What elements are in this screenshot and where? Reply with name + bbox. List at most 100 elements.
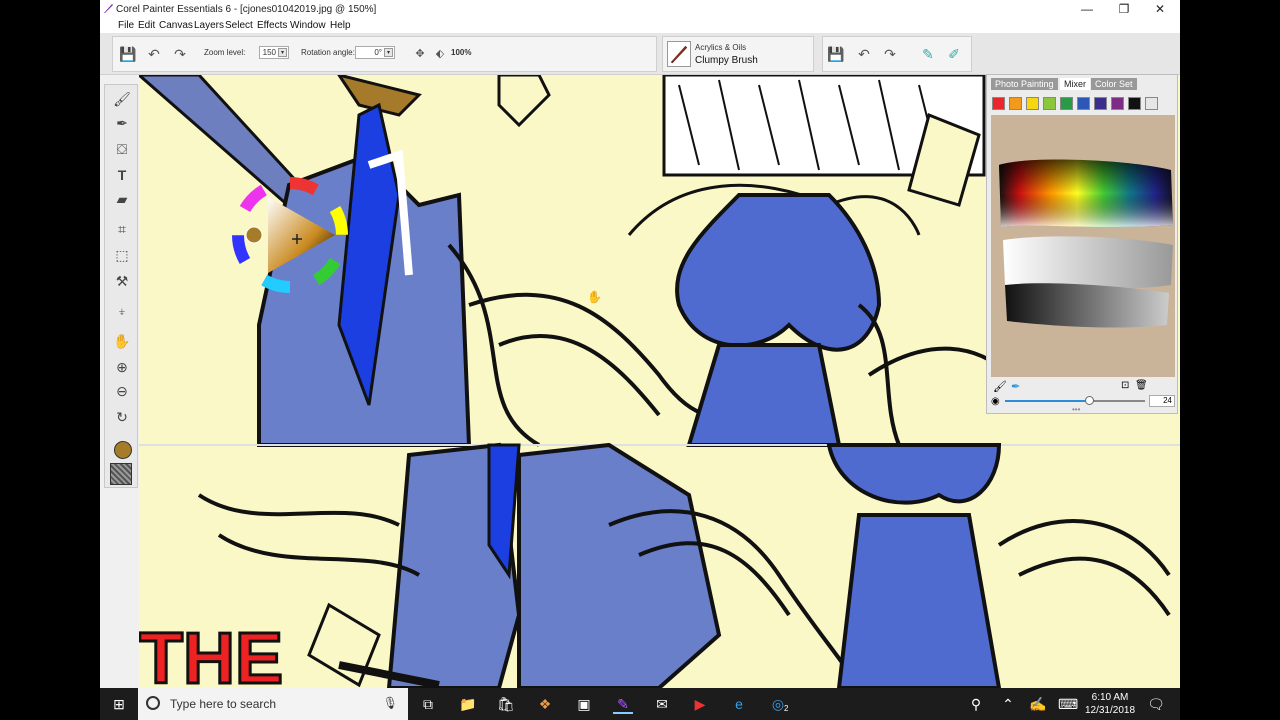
menu-file[interactable]: File bbox=[118, 20, 134, 31]
brush-variant: Clumpy Brush bbox=[695, 55, 758, 66]
zoom-level-value: 150 bbox=[262, 48, 276, 57]
grabber-cursor-icon: ✋ bbox=[587, 290, 602, 304]
undo-icon[interactable]: ↶ bbox=[145, 45, 163, 63]
media-app-icon[interactable]: ▣ bbox=[574, 694, 594, 714]
mixer-dropper-icon[interactable]: ✒ bbox=[1011, 380, 1020, 393]
search-placeholder: Type here to search bbox=[170, 697, 277, 711]
crop-tool-icon[interactable]: ⌗ bbox=[112, 219, 132, 239]
brush-toolbar-group: 💾 ↶ ↷ ✎ ✐ bbox=[822, 36, 972, 72]
clone-stamp-icon[interactable]: ⚒ bbox=[112, 271, 132, 291]
brush-size-slider-thumb[interactable] bbox=[1085, 396, 1094, 405]
menu-select[interactable]: Select bbox=[225, 20, 253, 31]
swatch-orange[interactable] bbox=[1009, 97, 1022, 110]
fit-to-screen-icon[interactable]: ✥ bbox=[411, 45, 429, 63]
close-button[interactable]: ✕ bbox=[1142, 0, 1178, 19]
brush-size-icon: ◉ bbox=[991, 396, 1000, 407]
redo-icon[interactable]: ↷ bbox=[881, 45, 899, 63]
show-hidden-icons[interactable]: ⌃ bbox=[998, 694, 1018, 714]
store-icon[interactable]: 🛍 bbox=[496, 694, 516, 714]
zoom-percent-label[interactable]: 100% bbox=[451, 48, 471, 57]
mixer-panel: Photo Painting Mixer Color Set 🖌 ✒ ⊡ 🗑 ◉… bbox=[986, 74, 1178, 414]
video-app-icon[interactable]: ▶ bbox=[690, 694, 710, 714]
task-view-icon[interactable]: ⧉ bbox=[418, 694, 438, 714]
brush-selector[interactable]: Acrylics & Oils Clumpy Brush bbox=[662, 36, 814, 72]
rotation-angle-value: 0° bbox=[374, 48, 382, 57]
zoom-in-icon[interactable]: ⊕ bbox=[112, 357, 132, 377]
panel-resize-handle-icon[interactable]: ••• bbox=[1072, 405, 1080, 414]
people-icon[interactable]: ⚲ bbox=[966, 694, 986, 714]
tab-photo-painting[interactable]: Photo Painting bbox=[991, 78, 1058, 90]
color-wheel-graphic[interactable] bbox=[230, 175, 350, 295]
mail-icon[interactable]: ✉ bbox=[652, 694, 672, 714]
minimize-button[interactable]: — bbox=[1069, 0, 1105, 19]
rotate-page-icon[interactable]: ↻ bbox=[112, 407, 132, 427]
menu-edit[interactable]: Edit bbox=[138, 20, 155, 31]
main-color-swatch[interactable] bbox=[114, 441, 132, 459]
swatch-green[interactable] bbox=[1060, 97, 1073, 110]
menu-window[interactable]: Window bbox=[290, 20, 326, 31]
swatch-light-green[interactable] bbox=[1043, 97, 1056, 110]
swatch-light-gray[interactable] bbox=[1145, 97, 1158, 110]
edge-browser-icon[interactable]: e bbox=[729, 694, 749, 714]
zoom-dropdown-icon[interactable]: ▾ bbox=[278, 48, 287, 57]
trash-icon[interactable]: 🗑 bbox=[1135, 380, 1148, 391]
app-icon-colorful[interactable]: ❖ bbox=[535, 694, 555, 714]
clock-date: 12/31/2018 bbox=[1084, 705, 1136, 716]
painter-taskbar-icon[interactable]: ✎ bbox=[613, 694, 633, 714]
taskbar-search[interactable]: Type here to search 🎙 bbox=[138, 688, 408, 720]
action-center-icon[interactable]: 🗨 bbox=[1146, 694, 1166, 714]
tab-mixer[interactable]: Mixer bbox=[1060, 78, 1090, 90]
swatch-black[interactable] bbox=[1128, 97, 1141, 110]
maximize-button[interactable]: ❐ bbox=[1106, 0, 1142, 19]
artwork-text: THE bbox=[139, 619, 283, 688]
brush-size-slider-fill bbox=[1005, 400, 1089, 402]
brush-tool-icon[interactable]: 🖌 bbox=[112, 89, 132, 109]
undo-icon[interactable]: ↶ bbox=[855, 45, 873, 63]
mixer-pad[interactable] bbox=[991, 115, 1175, 377]
property-bar: 💾 ↶ ↷ Zoom level: 150 ▾ Rotation angle: 0… bbox=[100, 33, 1180, 75]
dirty-brush-icon[interactable]: 🖌 bbox=[993, 380, 1007, 393]
zoom-toolbar-group: 💾 ↶ ↷ Zoom level: 150 ▾ Rotation angle: 0… bbox=[112, 36, 657, 72]
clear-mixer-icon[interactable]: ⊡ bbox=[1121, 380, 1129, 391]
menu-help[interactable]: Help bbox=[330, 20, 351, 31]
save-icon[interactable]: 💾 bbox=[827, 45, 845, 63]
start-icon[interactable]: ⊞ bbox=[109, 694, 129, 714]
transform-tool-icon[interactable]: ⍖ bbox=[112, 301, 132, 321]
zoom-out-icon[interactable]: ⊖ bbox=[112, 381, 132, 401]
file-explorer-icon[interactable]: 📁 bbox=[458, 694, 478, 714]
color-wheel[interactable] bbox=[230, 175, 350, 295]
brush-size-slider[interactable] bbox=[1005, 396, 1145, 405]
menu-bar: File Edit Canvas Layers Select Effects W… bbox=[100, 19, 1180, 33]
grabber-hand-icon[interactable]: ✋ bbox=[112, 331, 132, 351]
swatch-red[interactable] bbox=[992, 97, 1005, 110]
touch-keyboard-icon[interactable]: ⌨ bbox=[1058, 694, 1078, 714]
taskbar-badge: 2 bbox=[784, 704, 789, 713]
eraser-tool-icon[interactable]: ▰ bbox=[112, 189, 132, 209]
swatch-yellow[interactable] bbox=[1026, 97, 1039, 110]
microphone-icon[interactable]: 🎙 bbox=[383, 696, 398, 710]
pen-workspace-icon[interactable]: ✍ bbox=[1028, 694, 1048, 714]
brush-settings-icon[interactable]: ✎ bbox=[919, 45, 937, 63]
dropper-tool-icon[interactable]: ✒ bbox=[112, 113, 132, 133]
redo-icon[interactable]: ↷ bbox=[171, 45, 189, 63]
brush-preview-icon[interactable] bbox=[667, 41, 691, 67]
menu-effects[interactable]: Effects bbox=[257, 20, 287, 31]
menu-canvas[interactable]: Canvas bbox=[159, 20, 193, 31]
paint-bucket-icon[interactable]: ⛋ bbox=[112, 139, 132, 159]
rectangular-selection-icon[interactable]: ⬚ bbox=[112, 245, 132, 265]
swatch-violet[interactable] bbox=[1111, 97, 1124, 110]
menu-layers[interactable]: Layers bbox=[194, 20, 224, 31]
brush-reset-icon[interactable]: ✐ bbox=[945, 45, 963, 63]
paper-texture-swatch[interactable] bbox=[110, 463, 132, 485]
tab-color-set[interactable]: Color Set bbox=[1091, 78, 1137, 90]
brush-size-field[interactable]: 24 bbox=[1149, 395, 1175, 407]
rotation-dropdown-icon[interactable]: ▾ bbox=[384, 48, 393, 57]
actual-size-icon[interactable]: ⬖ bbox=[431, 45, 449, 63]
swatch-indigo[interactable] bbox=[1094, 97, 1107, 110]
save-icon[interactable]: 💾 bbox=[119, 45, 137, 63]
swatch-blue[interactable] bbox=[1077, 97, 1090, 110]
text-tool-icon[interactable]: T bbox=[112, 165, 132, 185]
rotation-angle-input[interactable]: 0° ▾ bbox=[355, 46, 395, 59]
zoom-level-input[interactable]: 150 ▾ bbox=[259, 46, 289, 59]
system-clock[interactable]: 6:10 AM 12/31/2018 bbox=[1078, 691, 1142, 717]
